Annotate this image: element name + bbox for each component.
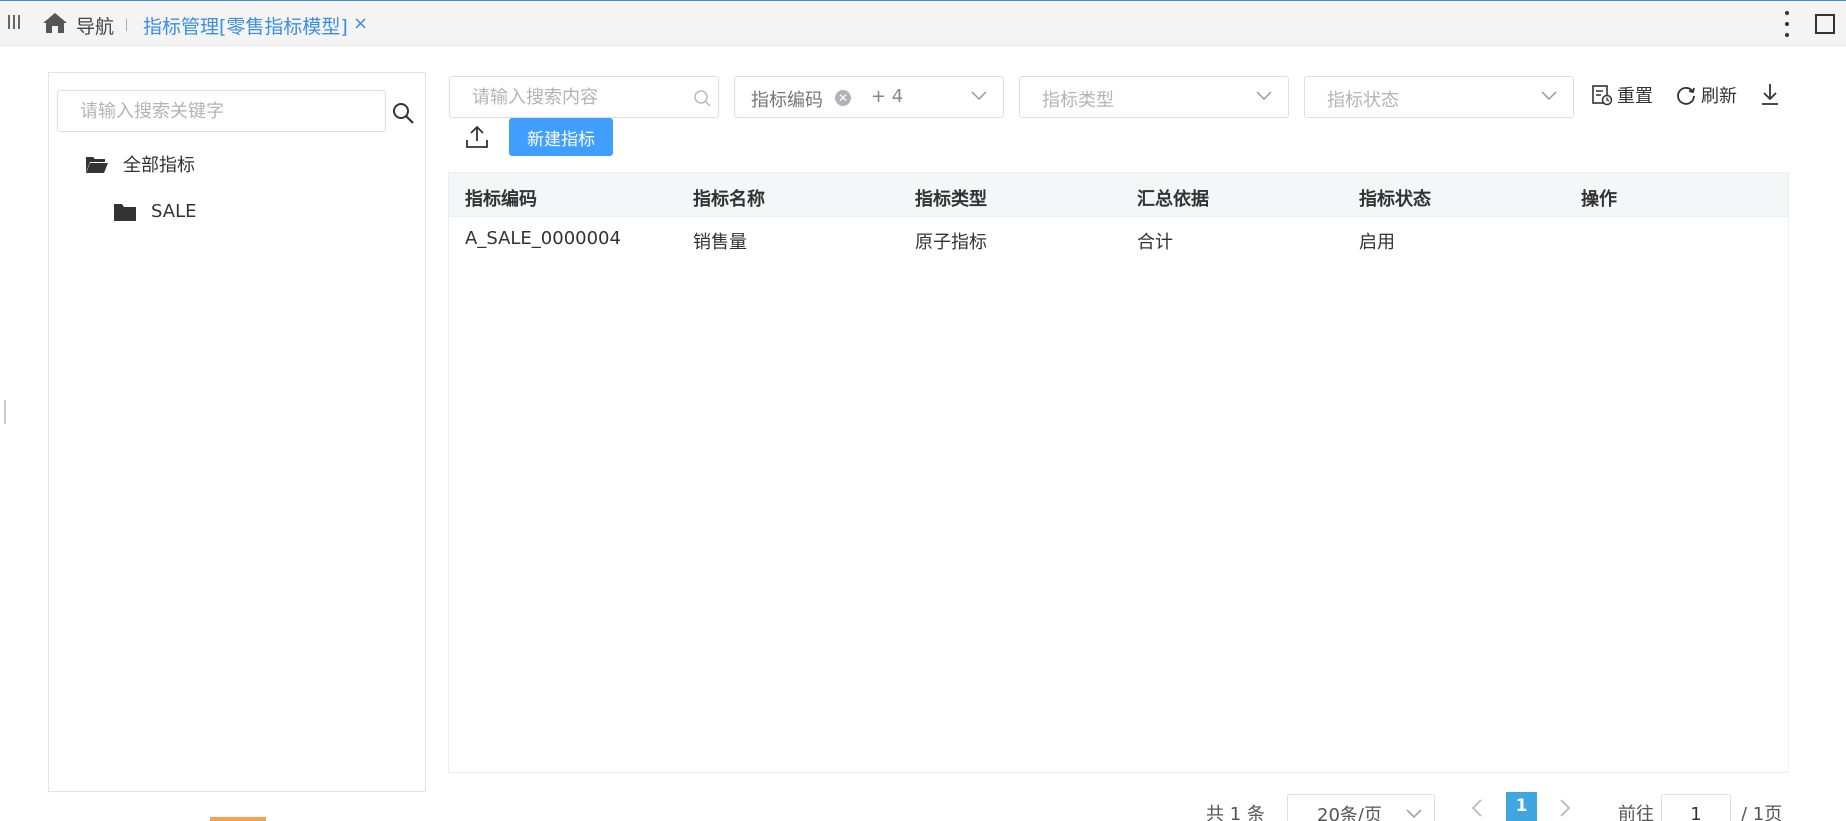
download-icon [1762, 84, 1778, 105]
upload-icon [466, 125, 488, 148]
selected-tag: 指标编码 [751, 90, 823, 111]
tab-bar: 导航 指标管理[零售指标模型] × [0, 0, 1846, 46]
goto-label: 前往 [1618, 804, 1654, 821]
page-size-value: 20条/页 [1317, 805, 1382, 821]
page-number-current[interactable]: 1 [1506, 792, 1537, 821]
tree-item-label: SALE [151, 201, 197, 222]
cell-aggregation: 合计 [1137, 232, 1173, 253]
folder-icon [114, 203, 136, 221]
close-icon[interactable]: × [353, 13, 368, 34]
home-icon[interactable] [42, 11, 68, 35]
partial-element [210, 817, 266, 821]
reset-icon [1592, 85, 1613, 106]
column-header[interactable]: 操作 [1581, 185, 1617, 211]
column-header[interactable]: 指标类型 [915, 185, 987, 211]
metric-type-select[interactable]: 指标类型 [1019, 76, 1289, 118]
more-vertical-icon[interactable] [1783, 11, 1791, 37]
refresh-button[interactable]: 刷新 [1675, 82, 1737, 108]
column-header[interactable]: 指标状态 [1359, 185, 1431, 211]
cell-metric-name: 销售量 [693, 232, 747, 253]
tree-item-all-metrics[interactable]: 全部指标 [85, 151, 195, 177]
cell-metric-type: 原子指标 [915, 232, 987, 253]
page-size-select[interactable]: 20条/页 [1287, 794, 1435, 821]
category-tree-panel: 全部指标 SALE [48, 72, 426, 792]
sidebar-toggle-icon[interactable] [8, 15, 22, 31]
table-row[interactable]: A_SALE_0000004 销售量 原子指标 合计 启用 [449, 217, 1788, 261]
tab-divider [126, 19, 127, 31]
metric-code-select[interactable]: 指标编码 ✕ + 4 [734, 76, 1004, 118]
nav-link[interactable]: 导航 [76, 12, 114, 39]
keyword-search-input[interactable] [57, 90, 386, 132]
tab-metric-management[interactable]: 指标管理[零售指标模型] [143, 12, 348, 39]
more-tags-count: + 4 [871, 86, 904, 107]
maximize-icon[interactable] [1815, 14, 1835, 34]
metric-status-select[interactable]: 指标状态 [1304, 76, 1574, 118]
chevron-down-icon [1541, 91, 1557, 101]
chevron-right-icon[interactable] [1558, 798, 1572, 818]
column-header[interactable]: 汇总依据 [1137, 185, 1209, 211]
chevron-left-icon[interactable] [1470, 798, 1484, 818]
metrics-table: 指标编码 指标名称 指标类型 汇总依据 指标状态 操作 A_SALE_00000… [448, 172, 1789, 773]
total-pages: / 1页 [1741, 804, 1783, 821]
chevron-down-icon [1406, 809, 1422, 819]
reset-label: 重置 [1617, 86, 1653, 107]
column-header[interactable]: 指标编码 [465, 185, 537, 211]
chevron-down-icon [1256, 91, 1272, 101]
content-search-field[interactable] [449, 76, 719, 118]
reset-button[interactable]: 重置 [1591, 82, 1653, 108]
folder-open-icon [86, 157, 108, 173]
tag-remove-icon[interactable]: ✕ [835, 90, 851, 106]
tree-item-label: 全部指标 [123, 155, 195, 176]
download-button[interactable] [1759, 82, 1781, 106]
total-count: 共 1 条 [1206, 804, 1265, 821]
cell-metric-status: 启用 [1359, 232, 1395, 253]
search-icon[interactable] [692, 88, 712, 108]
select-placeholder: 指标类型 [1042, 90, 1114, 111]
panel-resize-handle[interactable] [4, 400, 6, 424]
cell-metric-code: A_SALE_0000004 [465, 228, 621, 249]
select-placeholder: 指标状态 [1327, 90, 1399, 111]
chevron-down-icon [971, 91, 987, 101]
table-header: 指标编码 指标名称 指标类型 汇总依据 指标状态 操作 [449, 173, 1788, 217]
new-metric-button[interactable]: 新建指标 [509, 118, 613, 156]
refresh-icon [1677, 87, 1695, 105]
column-header[interactable]: 指标名称 [693, 185, 765, 211]
upload-button[interactable] [465, 124, 489, 150]
refresh-label: 刷新 [1701, 86, 1737, 107]
search-icon[interactable] [391, 101, 415, 125]
content-search-input[interactable] [450, 77, 718, 117]
tree-item-sale[interactable]: SALE [113, 201, 196, 222]
goto-page-input[interactable] [1661, 794, 1731, 821]
